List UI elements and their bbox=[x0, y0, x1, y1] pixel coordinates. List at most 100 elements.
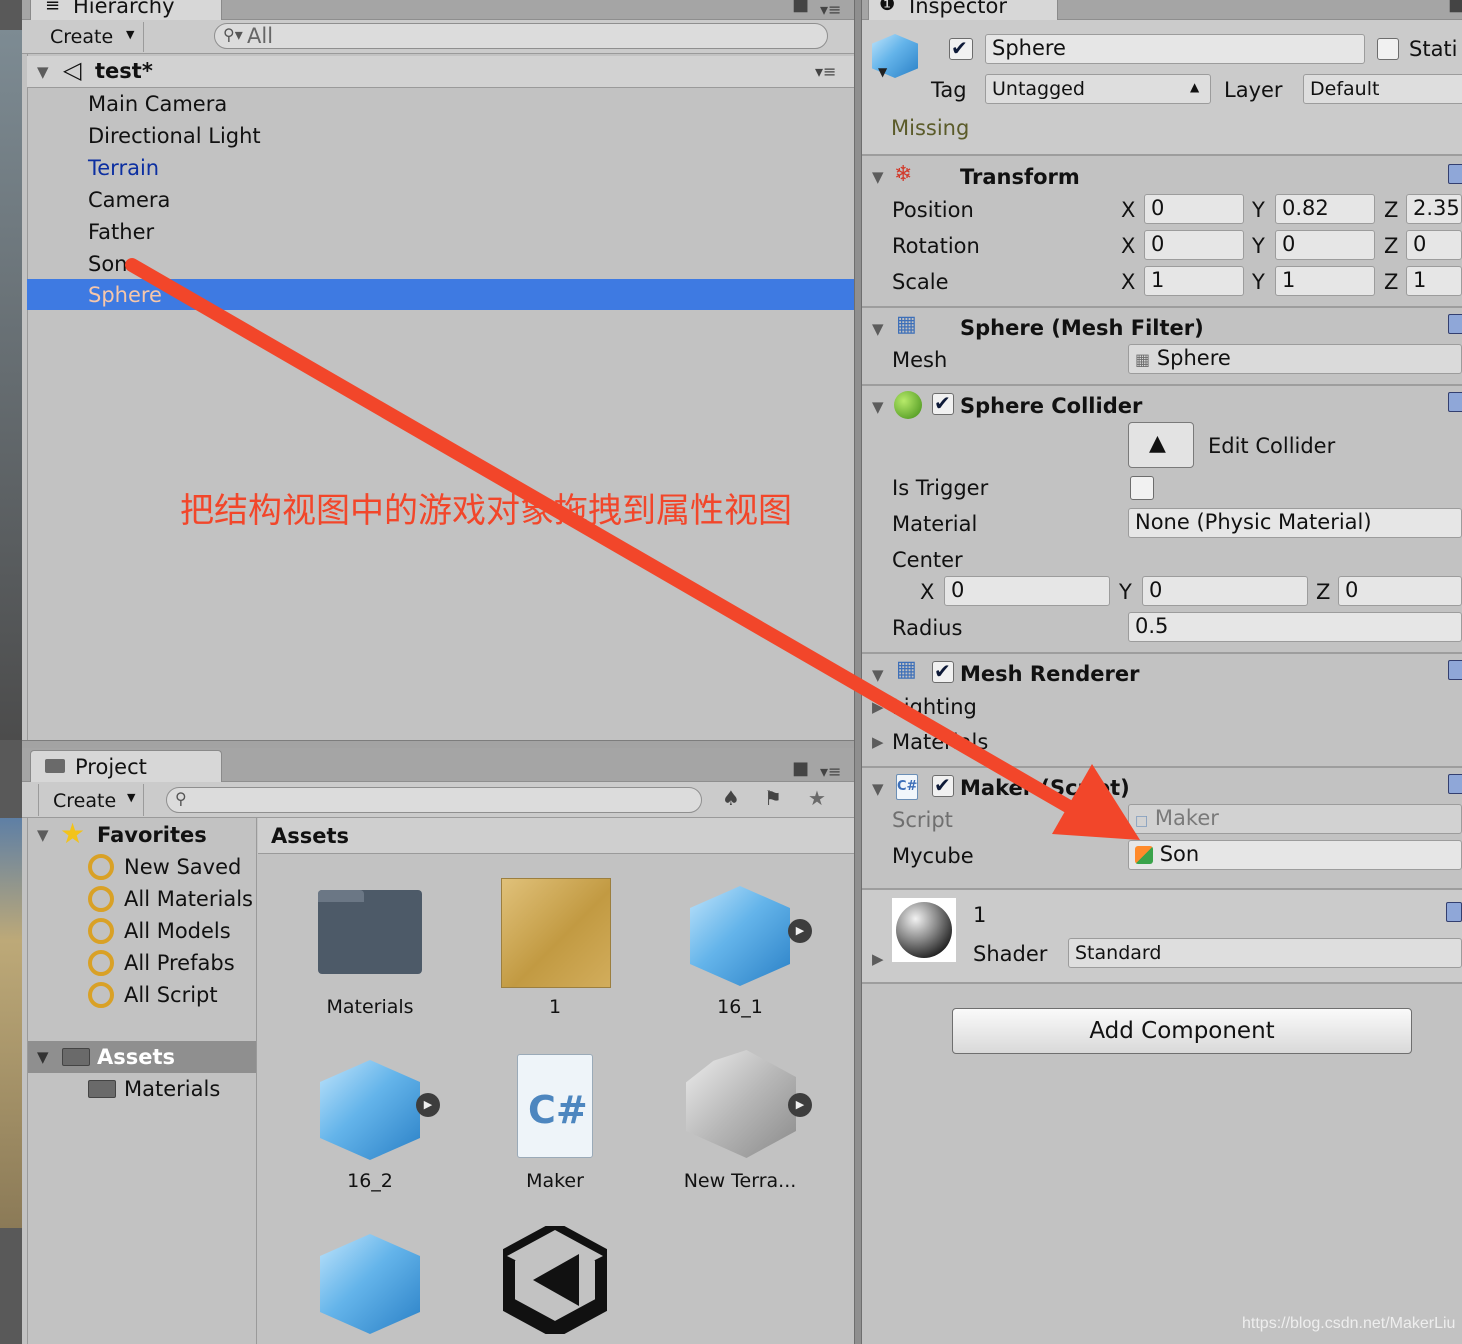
fold-arrow-right-icon[interactable]: ▶ bbox=[872, 700, 884, 715]
mesh-filter-header[interactable]: ▼ ▦ Sphere (Mesh Filter) bbox=[862, 310, 1462, 346]
axis-label-z[interactable]: Z bbox=[1316, 582, 1330, 603]
axis-label-y[interactable]: Y bbox=[1252, 200, 1265, 221]
scene-menu-icon[interactable]: ▾≡ bbox=[815, 64, 836, 80]
hierarchy-item-directional-light[interactable]: Directional Light bbox=[27, 120, 854, 152]
shader-dropdown[interactable]: Standard bbox=[1068, 938, 1462, 968]
fold-arrow-right-icon[interactable]: ▶ bbox=[872, 735, 884, 750]
radius-input[interactable]: 0.5 bbox=[1128, 612, 1462, 642]
filter-by-type-icon[interactable]: ♠ bbox=[722, 788, 740, 808]
hierarchy-item-son[interactable]: Son bbox=[27, 248, 854, 280]
inspector-lock-icon[interactable]: ■ bbox=[1448, 0, 1462, 14]
project-search-input[interactable]: ⚲ bbox=[166, 787, 702, 813]
asset-tile-material-1[interactable]: 1 bbox=[485, 870, 625, 1030]
tab-project[interactable]: Project bbox=[30, 750, 222, 782]
tab-inspector[interactable]: ❶ Inspector bbox=[868, 0, 1058, 20]
hierarchy-item-main-camera[interactable]: Main Camera bbox=[27, 88, 854, 120]
rotation-z-input[interactable]: 0 bbox=[1406, 230, 1462, 260]
transform-header[interactable]: ▼ ❄ Transform bbox=[862, 158, 1462, 194]
asset-tile-new-terrain[interactable]: ▶ New Terra... bbox=[670, 1044, 812, 1204]
axis-label-x[interactable]: X bbox=[1121, 200, 1135, 221]
tab-hierarchy[interactable]: ≡ Hierarchy bbox=[30, 0, 222, 20]
filter-by-label-icon[interactable]: ⚑ bbox=[764, 788, 782, 808]
static-checkbox[interactable] bbox=[1377, 38, 1399, 60]
help-icon[interactable] bbox=[1448, 660, 1462, 680]
is-trigger-checkbox[interactable] bbox=[1130, 476, 1154, 500]
favorite-star-icon[interactable]: ★ bbox=[808, 788, 826, 808]
favorite-item-all-prefabs[interactable]: All Prefabs bbox=[88, 948, 256, 980]
fold-arrow-icon[interactable]: ▼ bbox=[872, 668, 884, 683]
collider-material-field[interactable]: None (Physic Material) bbox=[1128, 508, 1462, 538]
asset-tile-materials[interactable]: Materials bbox=[300, 870, 440, 1030]
favorite-item-new-saved[interactable]: New Saved bbox=[88, 852, 256, 884]
panel-divider-horizontal[interactable] bbox=[22, 740, 854, 748]
position-z-input[interactable]: 2.35 bbox=[1406, 194, 1462, 224]
hierarchy-item-terrain[interactable]: Terrain bbox=[27, 152, 854, 184]
fold-arrow-icon[interactable]: ▼ bbox=[872, 322, 884, 337]
hierarchy-menu-icon[interactable]: ▾≡ bbox=[820, 2, 841, 18]
maker-script-header[interactable]: ▼ C# Maker (Script) bbox=[862, 770, 1462, 806]
help-icon[interactable] bbox=[1448, 774, 1462, 794]
materials-foldout[interactable]: ▶ Materials bbox=[862, 728, 1462, 760]
asset-tile-16-2[interactable]: ▶ 16_2 bbox=[300, 1044, 440, 1204]
rotation-y-input[interactable]: 0 bbox=[1275, 230, 1375, 260]
hierarchy-item-father[interactable]: Father bbox=[27, 216, 854, 248]
help-icon[interactable] bbox=[1448, 392, 1462, 412]
tag-dropdown[interactable]: Untagged ▲ bbox=[985, 74, 1211, 104]
asset-tile-cube[interactable] bbox=[300, 1218, 440, 1344]
position-y-input[interactable]: 0.82 bbox=[1275, 194, 1375, 224]
asset-tile-maker[interactable]: C# Maker bbox=[485, 1044, 625, 1204]
scale-y-input[interactable]: 1 bbox=[1275, 266, 1375, 296]
sphere-collider-enabled-checkbox[interactable] bbox=[932, 391, 954, 415]
favorite-item-all-models[interactable]: All Models bbox=[88, 916, 256, 948]
project-menu-icon[interactable]: ▾≡ bbox=[820, 764, 841, 780]
fold-arrow-icon[interactable]: ▼ bbox=[872, 400, 884, 415]
help-icon[interactable] bbox=[1448, 164, 1462, 184]
center-z-input[interactable]: 0 bbox=[1338, 576, 1462, 606]
axis-label-z[interactable]: Z bbox=[1384, 236, 1398, 257]
fold-arrow-right-icon[interactable]: ▶ bbox=[872, 952, 884, 967]
object-active-checkbox[interactable] bbox=[949, 36, 973, 60]
lighting-foldout[interactable]: ▶ Lighting bbox=[862, 692, 1462, 724]
scene-row[interactable]: ▼ ◁ test* ▾≡ bbox=[27, 56, 854, 88]
axis-label-x[interactable]: X bbox=[920, 582, 934, 603]
object-name-input[interactable]: Sphere bbox=[985, 34, 1365, 64]
asset-tile-scene[interactable] bbox=[485, 1218, 625, 1344]
scale-z-input[interactable]: 1 bbox=[1406, 266, 1462, 296]
sphere-collider-header[interactable]: ▼ Sphere Collider bbox=[862, 388, 1462, 424]
mesh-renderer-header[interactable]: ▼ ▦ Mesh Renderer bbox=[862, 656, 1462, 692]
mycube-object-field[interactable]: Son bbox=[1128, 840, 1462, 870]
axis-label-y[interactable]: Y bbox=[1252, 272, 1265, 293]
maker-script-enabled-checkbox[interactable] bbox=[932, 773, 954, 797]
chevron-down-icon[interactable]: ▼ bbox=[878, 66, 887, 78]
mesh-renderer-enabled-checkbox[interactable] bbox=[932, 659, 954, 683]
mesh-object-field[interactable]: ▦ Sphere bbox=[1128, 344, 1462, 374]
hierarchy-create-button[interactable]: Create ▼ bbox=[38, 22, 144, 52]
position-x-input[interactable]: 0 bbox=[1144, 194, 1244, 224]
asset-tile-16-1[interactable]: ▶ 16_1 bbox=[670, 870, 812, 1030]
breadcrumb[interactable]: Assets bbox=[271, 826, 349, 847]
hierarchy-search-input[interactable]: ⚲▾ All bbox=[214, 23, 828, 49]
fold-arrow-icon[interactable]: ▼ bbox=[872, 170, 884, 185]
assets-folder-materials[interactable]: Materials bbox=[88, 1074, 256, 1106]
axis-label-x[interactable]: X bbox=[1121, 236, 1135, 257]
center-y-input[interactable]: 0 bbox=[1142, 576, 1308, 606]
axis-label-z[interactable]: Z bbox=[1384, 200, 1398, 221]
edit-collider-button[interactable]: ▲ bbox=[1128, 422, 1194, 468]
project-create-button[interactable]: Create ▼ bbox=[38, 784, 144, 816]
fold-arrow-icon[interactable]: ▼ bbox=[37, 1050, 49, 1065]
scale-x-input[interactable]: 1 bbox=[1144, 266, 1244, 296]
axis-label-y[interactable]: Y bbox=[1252, 236, 1265, 257]
fold-arrow-icon[interactable]: ▼ bbox=[37, 65, 49, 80]
play-icon[interactable]: ▶ bbox=[416, 1093, 440, 1117]
favorite-item-all-materials[interactable]: All Materials bbox=[88, 884, 256, 916]
hierarchy-item-camera[interactable]: Camera bbox=[27, 184, 854, 216]
play-icon[interactable]: ▶ bbox=[788, 919, 812, 943]
layer-dropdown[interactable]: Default bbox=[1303, 74, 1462, 104]
hierarchy-lock-icon[interactable]: ■ bbox=[792, 0, 809, 14]
add-component-button[interactable]: Add Component bbox=[952, 1008, 1412, 1054]
help-icon[interactable] bbox=[1446, 902, 1462, 922]
hierarchy-item-sphere[interactable]: Sphere bbox=[27, 279, 854, 310]
assets-root-row[interactable]: ▼ Assets bbox=[28, 1041, 256, 1073]
panel-divider-vertical[interactable] bbox=[854, 0, 862, 1344]
center-x-input[interactable]: 0 bbox=[944, 576, 1110, 606]
